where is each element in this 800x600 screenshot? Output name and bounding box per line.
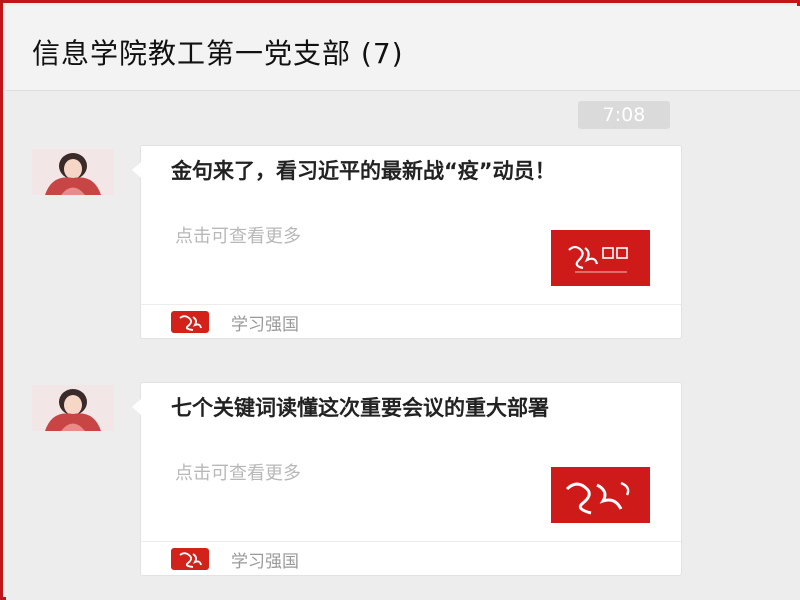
article-source-bar: 学习强国 xyxy=(141,541,681,576)
window-frame: 信息学院教工第一党支部 (7) 7:08 金句来了，看习近平的最新战“疫”动员！… xyxy=(0,0,800,600)
article-title: 七个关键词读懂这次重要会议的重大部署 xyxy=(171,396,549,420)
xuexi-app-icon xyxy=(171,311,209,333)
message-timestamp: 7:08 xyxy=(578,101,670,129)
avatar-illustration xyxy=(32,385,114,431)
bubble-pointer xyxy=(132,399,141,415)
avatar-illustration xyxy=(32,149,114,195)
article-hint: 点击可查看更多 xyxy=(175,226,301,247)
article-thumbnail xyxy=(551,230,650,286)
xuexi-app-icon xyxy=(171,548,209,570)
article-hint: 点击可查看更多 xyxy=(175,463,301,484)
message-list[interactable]: 7:08 金句来了，看习近平的最新战“疫”动员！ 点击可查看更多 学习强国 七个… xyxy=(6,91,800,600)
sender-avatar[interactable] xyxy=(32,149,114,195)
article-source-bar: 学习强国 xyxy=(141,304,681,339)
chat-header: 信息学院教工第一党支部 (7) xyxy=(6,6,800,91)
chat-title: 信息学院教工第一党支部 (7) xyxy=(32,37,404,70)
shared-article-card[interactable]: 七个关键词读懂这次重要会议的重大部署 点击可查看更多 学习强国 xyxy=(132,382,682,576)
article-thumbnail xyxy=(551,467,650,523)
xuexi-logo-icon xyxy=(551,467,650,523)
sender-avatar[interactable] xyxy=(32,385,114,431)
article-source-label: 学习强国 xyxy=(231,552,299,572)
article-source-label: 学习强国 xyxy=(231,315,299,335)
article-title: 金句来了，看习近平的最新战“疫”动员！ xyxy=(171,159,556,183)
shared-article-card[interactable]: 金句来了，看习近平的最新战“疫”动员！ 点击可查看更多 学习强国 xyxy=(132,145,682,339)
bubble-pointer xyxy=(132,162,141,178)
xuexi-qiangguo-logo-icon xyxy=(551,230,650,286)
